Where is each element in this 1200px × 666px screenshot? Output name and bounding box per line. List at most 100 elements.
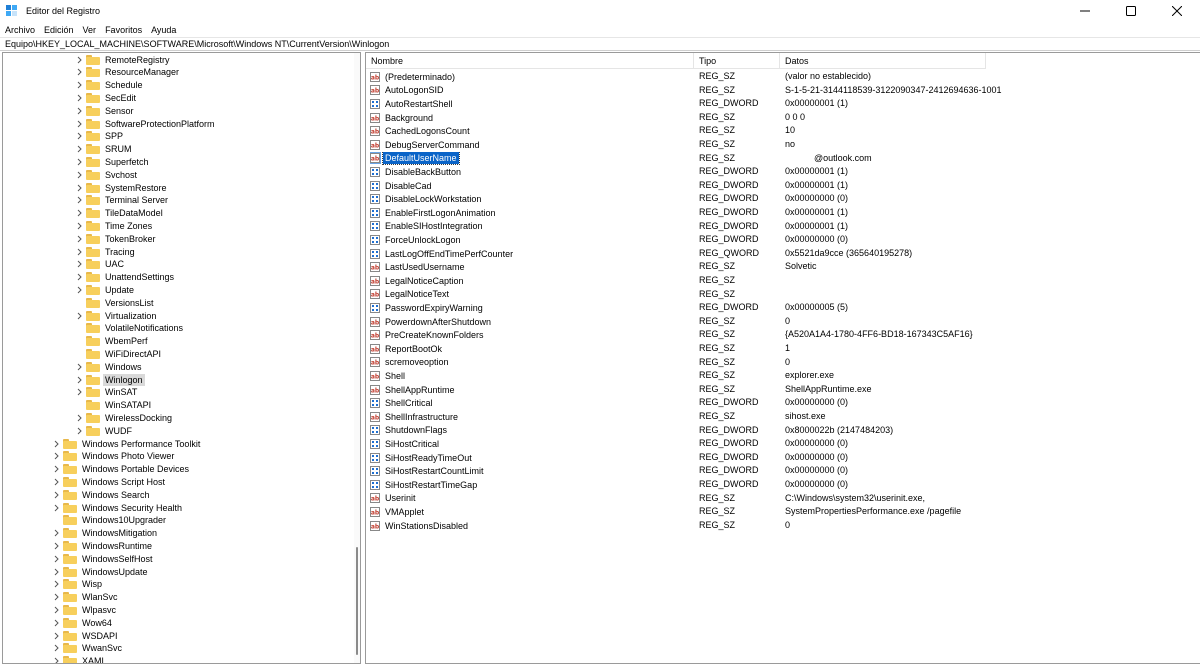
tree-item[interactable]: Schedule bbox=[75, 79, 145, 92]
chevron-right-icon[interactable] bbox=[75, 145, 83, 154]
tree-item[interactable]: WindowsMitigation bbox=[52, 527, 159, 540]
tree-item[interactable]: Superfetch bbox=[75, 155, 151, 168]
chevron-right-icon[interactable] bbox=[75, 260, 83, 269]
chevron-right-icon[interactable] bbox=[75, 106, 83, 115]
tree-item[interactable]: VolatileNotifications bbox=[75, 322, 185, 335]
tree-item[interactable]: Svchost bbox=[75, 168, 139, 181]
tree-item[interactable]: Windows Security Health bbox=[52, 501, 184, 514]
tree-item[interactable]: SecEdit bbox=[75, 91, 138, 104]
tree-item[interactable]: UnattendSettings bbox=[75, 271, 176, 284]
chevron-right-icon[interactable] bbox=[75, 209, 83, 218]
column-header-type[interactable]: Tipo bbox=[694, 53, 780, 69]
tree-item[interactable]: WindowsRuntime bbox=[52, 539, 154, 552]
tree-item[interactable]: TileDataModel bbox=[75, 207, 165, 220]
list-item[interactable]: ab scremoveoption REG_SZ 0 bbox=[366, 356, 1200, 370]
key-tree[interactable]: RemoteRegistry ResourceManager Schedule Sec… bbox=[2, 52, 361, 664]
list-item[interactable]: ab Background REG_SZ 0 0 0 bbox=[366, 111, 1200, 125]
tree-scrollbar-thumb[interactable] bbox=[356, 547, 358, 655]
chevron-right-icon[interactable] bbox=[52, 439, 60, 448]
chevron-right-icon[interactable] bbox=[52, 593, 60, 602]
chevron-right-icon[interactable] bbox=[52, 631, 60, 640]
chevron-right-icon[interactable] bbox=[52, 567, 60, 576]
chevron-right-icon[interactable] bbox=[75, 388, 83, 397]
tree-item[interactable]: RemoteRegistry bbox=[75, 53, 172, 66]
tree-item[interactable]: WindowsUpdate bbox=[52, 565, 150, 578]
list-item[interactable]: ShutdownFlags REG_DWORD 0x8000022b (214748… bbox=[366, 424, 1200, 438]
tree-item[interactable]: SRUM bbox=[75, 143, 134, 156]
chevron-right-icon[interactable] bbox=[75, 157, 83, 166]
chevron-right-icon[interactable] bbox=[52, 605, 60, 614]
list-item[interactable]: ab LastUsedUsername REG_SZ Solvetic bbox=[366, 260, 1200, 274]
tree-item[interactable]: WbemPerf bbox=[75, 335, 150, 348]
list-item[interactable]: ab ShellInfrastructure REG_SZ sihost.exe bbox=[366, 410, 1200, 424]
chevron-right-icon[interactable] bbox=[52, 644, 60, 653]
list-item[interactable]: PasswordExpiryWarning REG_DWORD 0x00000005… bbox=[366, 301, 1200, 315]
list-item[interactable]: DisableCad REG_DWORD 0x00000001 (1) bbox=[366, 179, 1200, 193]
list-item[interactable]: ab Shell REG_SZ explorer.exe bbox=[366, 369, 1200, 383]
list-item[interactable]: EnableFirstLogonAnimation REG_DWORD 0x0000… bbox=[366, 206, 1200, 220]
menu-ayuda[interactable]: Ayuda bbox=[151, 25, 176, 35]
tree-item[interactable]: VersionsList bbox=[75, 296, 156, 309]
tree-item[interactable]: Winlogon bbox=[75, 373, 145, 386]
tree-item[interactable]: WlanSvc bbox=[52, 591, 120, 604]
chevron-right-icon[interactable] bbox=[75, 132, 83, 141]
chevron-right-icon[interactable] bbox=[75, 426, 83, 435]
tree-item[interactable]: Tracing bbox=[75, 245, 137, 258]
chevron-right-icon[interactable] bbox=[75, 362, 83, 371]
chevron-right-icon[interactable] bbox=[75, 170, 83, 179]
list-item[interactable]: ab PreCreateKnownFolders REG_SZ {A520A1A4-1… bbox=[366, 328, 1200, 342]
chevron-right-icon[interactable] bbox=[75, 375, 83, 384]
tree-item[interactable]: Time Zones bbox=[75, 219, 154, 232]
minimize-button[interactable] bbox=[1062, 0, 1108, 22]
chevron-right-icon[interactable] bbox=[75, 196, 83, 205]
tree-item[interactable]: SPP bbox=[75, 130, 125, 143]
tree-item[interactable]: Windows Script Host bbox=[52, 475, 167, 488]
list-item[interactable]: EnableSIHostIntegration REG_DWORD 0x000000… bbox=[366, 220, 1200, 234]
chevron-right-icon[interactable] bbox=[75, 68, 83, 77]
tree-item[interactable]: WSDAPI bbox=[52, 629, 120, 642]
list-item[interactable]: ShellCritical REG_DWORD 0x00000000 (0) bbox=[366, 396, 1200, 410]
values-list[interactable]: Nombre Tipo Datos ab (Predeterminado) REG_… bbox=[365, 52, 1200, 664]
chevron-right-icon[interactable] bbox=[52, 541, 60, 550]
chevron-right-icon[interactable] bbox=[52, 554, 60, 563]
list-item[interactable]: ab VMApplet REG_SZ SystemPropertiesPerforma… bbox=[366, 505, 1200, 519]
list-item[interactable]: ab LegalNoticeText REG_SZ bbox=[366, 288, 1200, 302]
tree-item[interactable]: Wow64 bbox=[52, 616, 114, 629]
list-item[interactable]: ab DebugServerCommand REG_SZ no bbox=[366, 138, 1200, 152]
tree-item[interactable]: Windows Photo Viewer bbox=[52, 450, 176, 463]
tree-item[interactable]: Windows bbox=[75, 360, 144, 373]
tree-item[interactable]: Wisp bbox=[52, 578, 104, 591]
chevron-right-icon[interactable] bbox=[75, 285, 83, 294]
chevron-right-icon[interactable] bbox=[75, 413, 83, 422]
list-item[interactable]: SiHostRestartTimeGap REG_DWORD 0x00000000 … bbox=[366, 478, 1200, 492]
chevron-right-icon[interactable] bbox=[52, 657, 60, 663]
tree-item[interactable]: TokenBroker bbox=[75, 232, 158, 245]
list-item[interactable]: DisableBackButton REG_DWORD 0x00000001 (1) bbox=[366, 165, 1200, 179]
close-button[interactable] bbox=[1154, 0, 1200, 22]
chevron-right-icon[interactable] bbox=[52, 452, 60, 461]
column-header-name[interactable]: Nombre bbox=[366, 53, 694, 69]
address-bar[interactable]: Equipo\HKEY_LOCAL_MACHINE\SOFTWARE\Micro… bbox=[0, 37, 1200, 51]
tree-item[interactable]: WinSATAPI bbox=[75, 399, 153, 412]
list-item[interactable]: ab Userinit REG_SZ C:\Windows\system32\user… bbox=[366, 492, 1200, 506]
list-item[interactable]: AutoRestartShell REG_DWORD 0x00000001 (1) bbox=[366, 97, 1200, 111]
list-item[interactable]: SiHostReadyTimeOut REG_DWORD 0x00000000 (0… bbox=[366, 451, 1200, 465]
tree-item[interactable]: Wlpasvc bbox=[52, 603, 118, 616]
tree-item[interactable]: Update bbox=[75, 283, 136, 296]
list-item[interactable]: SiHostCritical REG_DWORD 0x00000000 (0) bbox=[366, 437, 1200, 451]
chevron-right-icon[interactable] bbox=[52, 490, 60, 499]
chevron-right-icon[interactable] bbox=[52, 503, 60, 512]
menu-edicion[interactable]: Edición bbox=[44, 25, 74, 35]
menu-archivo[interactable]: Archivo bbox=[5, 25, 35, 35]
tree-item[interactable]: WinSAT bbox=[75, 386, 139, 399]
tree-item[interactable]: Sensor bbox=[75, 104, 136, 117]
tree-item[interactable]: WUDF bbox=[75, 424, 134, 437]
tree-item[interactable]: WirelessDocking bbox=[75, 411, 174, 424]
tree-item[interactable]: XAML bbox=[52, 655, 109, 663]
tree-item[interactable]: WiFiDirectAPI bbox=[75, 347, 163, 360]
tree-item[interactable]: SystemRestore bbox=[75, 181, 169, 194]
chevron-right-icon[interactable] bbox=[75, 119, 83, 128]
chevron-right-icon[interactable] bbox=[75, 311, 83, 320]
tree-item[interactable]: Windows Portable Devices bbox=[52, 463, 191, 476]
tree-item[interactable]: Virtualization bbox=[75, 309, 158, 322]
